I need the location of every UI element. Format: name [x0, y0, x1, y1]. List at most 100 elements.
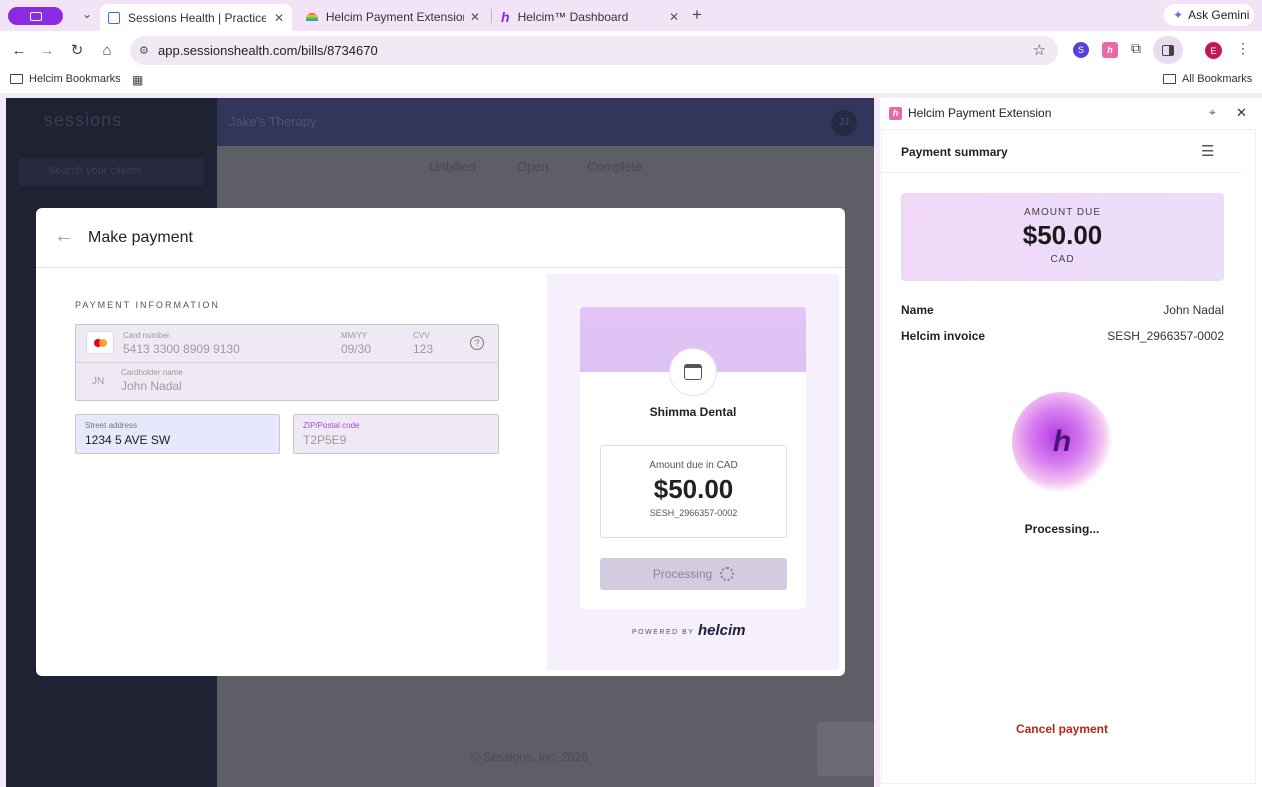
- street-address-label: Street address: [85, 421, 138, 430]
- expiry-field[interactable]: MM/YY 09/30: [341, 331, 401, 357]
- search-clients-input[interactable]: Search your clients: [18, 158, 204, 186]
- sessions-logo: sessions: [44, 110, 123, 130]
- apps-grid-icon[interactable]: ▦: [132, 73, 143, 87]
- helcim-logo: helcim: [698, 622, 746, 639]
- spinner-icon: [720, 567, 735, 581]
- store-icon: [669, 348, 717, 396]
- cvv-value: 123: [413, 342, 434, 356]
- ask-gemini-label: Ask Gemini: [1188, 8, 1250, 22]
- address-bar[interactable]: ⚙ app.sessionshealth.com/bills/8734670 ☆: [130, 36, 1058, 65]
- amount-due-card: AMOUNT DUE $50.00 CAD: [901, 193, 1224, 281]
- user-avatar[interactable]: JJ: [831, 110, 857, 136]
- invoice-value: SESH_2966357-0002: [1107, 329, 1224, 343]
- invoice-label: Helcim invoice: [901, 329, 986, 343]
- tab-complete[interactable]: Complete: [587, 159, 643, 174]
- tab-helcim-dashboard[interactable]: h Helcim™ Dashboard ✕: [493, 4, 687, 29]
- amount-box: Amount due in CAD $50.00 SESH_2966357-00…: [600, 445, 787, 538]
- reload-icon[interactable]: ↻: [68, 41, 86, 59]
- helcim-extension-icon[interactable]: h: [1102, 42, 1118, 58]
- back-arrow-icon[interactable]: ←: [54, 225, 74, 248]
- tab-list-chevron-icon[interactable]: ⌄: [78, 7, 96, 25]
- recaptcha-badge: [817, 722, 874, 776]
- bookmarks-bar: [0, 69, 1262, 93]
- processing-button[interactable]: Processing: [600, 558, 787, 590]
- close-tab-icon[interactable]: ✕: [268, 11, 284, 25]
- tab-search-button[interactable]: [8, 7, 63, 25]
- browser-menu-icon[interactable]: ⋮: [1236, 40, 1250, 57]
- tab-helcim-extension[interactable]: Helcim Payment Extension - C ✕: [298, 4, 488, 29]
- cardholder-label: Cardholder name: [121, 368, 183, 377]
- tab-unbilled[interactable]: Unbilled: [429, 159, 476, 174]
- zip-label: ZIP/Postal code: [303, 421, 360, 430]
- processing-status: Processing...: [1024, 522, 1100, 536]
- cvv-field[interactable]: CVV 123: [413, 331, 463, 357]
- folder-icon: [10, 74, 23, 84]
- modal-title: Make payment: [88, 229, 193, 246]
- modal-divider: [36, 267, 845, 268]
- profile-avatar[interactable]: E: [1205, 42, 1222, 59]
- cancel-payment-link[interactable]: Cancel payment: [881, 722, 1243, 736]
- cardholder-value: John Nadal: [121, 379, 182, 393]
- url-text: app.sessionshealth.com/bills/8734670: [158, 43, 378, 58]
- practice-title: Jake's Therapy: [229, 114, 317, 129]
- close-panel-icon[interactable]: ✕: [1236, 105, 1247, 121]
- tab-title: Helcim Payment Extension - C: [325, 9, 464, 24]
- merchant-name: Shimma Dental: [649, 405, 737, 419]
- panel-header-divider: [882, 172, 1242, 173]
- payment-summary-heading: Payment summary: [901, 145, 1008, 159]
- card-number-label: Card number: [123, 331, 170, 340]
- name-value: John Nadal: [1163, 303, 1224, 317]
- search-placeholder: Search your clients: [48, 165, 142, 177]
- zip-value: T2P5E9: [303, 433, 347, 447]
- name-label: Name: [901, 303, 934, 317]
- extensions-puzzle-icon[interactable]: ⧉: [1131, 40, 1141, 57]
- window-icon: [29, 11, 42, 21]
- expiry-label: MM/YY: [341, 331, 368, 340]
- extension-s-icon[interactable]: S: [1073, 42, 1089, 58]
- ask-gemini-button[interactable]: ✦ Ask Gemini: [1164, 4, 1254, 26]
- zip-field[interactable]: ZIP/Postal code T2P5E9: [293, 414, 499, 454]
- bookmark-star-icon[interactable]: ☆: [1033, 41, 1046, 59]
- side-panel-icon: [1162, 44, 1174, 56]
- new-tab-button[interactable]: +: [692, 5, 702, 25]
- bookmark-folder-helcim[interactable]: Helcim Bookmarks: [10, 73, 121, 85]
- amount-value: $50.00: [653, 474, 734, 504]
- amount-label: Amount due in CAD: [649, 460, 738, 471]
- tab-title: Sessions Health | Practice Ma: [128, 10, 266, 25]
- panel-title: Helcim Payment Extension: [908, 106, 1052, 120]
- card-number-field[interactable]: Card number 5413 3300 8909 9130: [123, 331, 333, 357]
- footer-copyright: © Sessions, Inc. 2026: [471, 750, 588, 764]
- all-bookmarks-button[interactable]: All Bookmarks: [1163, 73, 1252, 85]
- site-settings-icon[interactable]: ⚙: [139, 44, 149, 57]
- side-panel-toggle-icon[interactable]: [1153, 36, 1183, 64]
- street-address-field[interactable]: Street address 1234 5 AVE SW: [75, 414, 280, 454]
- forward-icon[interactable]: →: [38, 41, 56, 59]
- home-icon[interactable]: ⌂: [98, 41, 116, 59]
- cvv-help-icon[interactable]: ?: [470, 336, 484, 350]
- rainbow-favicon-icon: [306, 12, 318, 21]
- helcim-h-icon: h: [1052, 425, 1072, 458]
- hamburger-menu-icon[interactable]: ☰: [1201, 142, 1214, 160]
- unpin-icon[interactable]: ⌖: [1209, 105, 1216, 120]
- cardholder-field[interactable]: Cardholder name John Nadal: [121, 368, 421, 396]
- sessions-favicon-icon: [108, 11, 120, 24]
- amount-due-label: AMOUNT DUE: [1023, 207, 1102, 218]
- section-label: PAYMENT INFORMATION: [75, 300, 220, 310]
- amount-due-value: $50.00: [1022, 220, 1103, 250]
- back-icon[interactable]: ←: [10, 41, 28, 59]
- tab-divider: [491, 9, 492, 23]
- close-tab-icon[interactable]: ✕: [663, 10, 679, 24]
- mastercard-icon: [86, 331, 114, 354]
- cardholder-initials: JN: [92, 376, 105, 387]
- close-tab-icon[interactable]: ✕: [464, 10, 480, 24]
- storefront-glyph: [684, 364, 702, 380]
- all-bookmarks-label: All Bookmarks: [1182, 73, 1253, 85]
- tab-open[interactable]: Open: [517, 159, 549, 174]
- cvv-label: CVV: [413, 331, 430, 340]
- tab-sessions[interactable]: Sessions Health | Practice Ma ✕: [100, 4, 292, 31]
- expiry-value: 09/30: [341, 342, 372, 356]
- card-row-divider: [76, 362, 498, 363]
- folder-icon: [1163, 74, 1176, 84]
- sessions-header: Jake's Therapy JJ: [217, 98, 874, 146]
- bookmark-folder-label: Helcim Bookmarks: [29, 73, 121, 85]
